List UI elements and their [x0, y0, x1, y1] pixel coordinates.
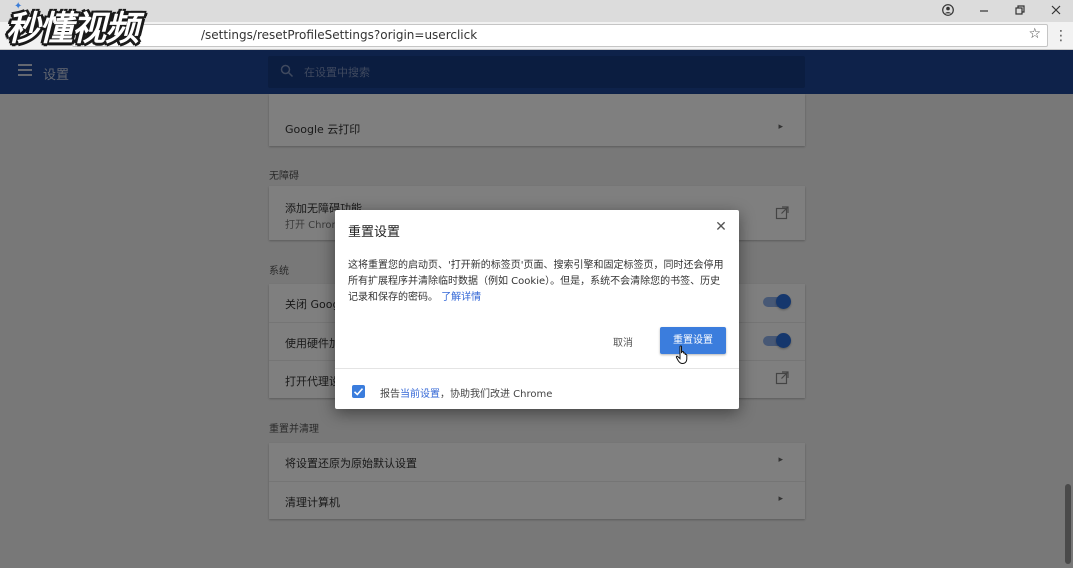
- cancel-button[interactable]: 取消: [613, 334, 633, 349]
- hand-cursor-icon: [675, 345, 688, 365]
- restore-button[interactable]: [1002, 0, 1038, 20]
- bookmark-star-icon[interactable]: ☆: [1028, 26, 1041, 42]
- current-settings-link[interactable]: 当前设置: [400, 389, 440, 400]
- scrollbar-thumb[interactable]: [1065, 484, 1071, 564]
- close-icon[interactable]: ✕: [713, 219, 729, 235]
- minimize-button[interactable]: [966, 0, 1002, 20]
- watermark-text: 秒懂视频: [6, 8, 139, 49]
- footer-prefix: 报告: [380, 389, 400, 400]
- dialog-body-text: 这将重置您的启动页、'打开新的标签页'页面、搜索引擎和固定标签页，同时还会停用所…: [348, 260, 724, 303]
- url-text: /settings/resetProfileSettings?origin=us…: [201, 28, 478, 42]
- page-scrollbar[interactable]: [1063, 94, 1073, 568]
- report-settings-label: 报告当前设置，协助我们改进 Chrome: [380, 385, 552, 400]
- browser-menu-icon[interactable]: ⋮: [1054, 27, 1068, 45]
- checkmark-icon: [353, 388, 364, 396]
- dialog-title: 重置设置: [348, 225, 401, 240]
- reset-settings-dialog: 重置设置 ✕ 这将重置您的启动页、'打开新的标签页'页面、搜索引擎和固定标签页，…: [335, 210, 739, 409]
- reset-settings-button[interactable]: 重置设置: [660, 327, 726, 354]
- footer-suffix: ，协助我们改进 Chrome: [440, 389, 553, 400]
- dialog-footer: 报告当前设置，协助我们改进 Chrome: [335, 368, 739, 409]
- account-icon[interactable]: [930, 0, 966, 20]
- logo-star-icon: ✦: [14, 1, 23, 12]
- address-bar[interactable]: /settings/resetProfileSettings?origin=us…: [72, 24, 1048, 47]
- omnibar: ◂ /settings/resetProfileSettings?origin=…: [0, 22, 1073, 50]
- report-settings-checkbox[interactable]: [352, 385, 365, 398]
- dialog-body: 这将重置您的启动页、'打开新的标签页'页面、搜索引擎和固定标签页，同时还会停用所…: [348, 258, 730, 306]
- learn-more-link[interactable]: 了解详情: [441, 292, 481, 303]
- watermark-logo: ✦ 秒懂视频: [6, 1, 139, 49]
- browser-tabstrip: [0, 0, 1073, 22]
- close-window-button[interactable]: [1038, 0, 1073, 20]
